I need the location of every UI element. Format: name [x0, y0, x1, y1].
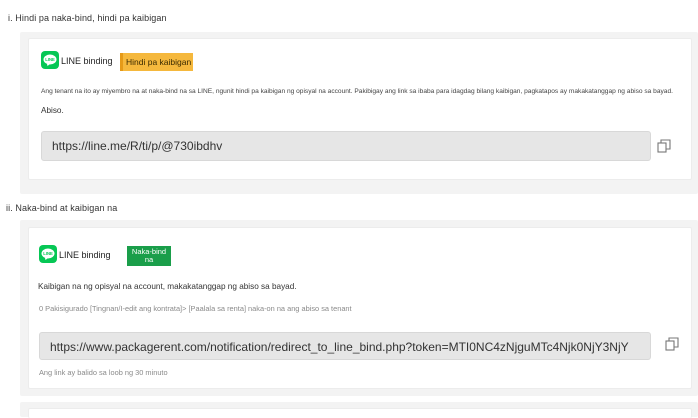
- description-text: Ang tenant na ito ay miyembro na at naka…: [41, 88, 673, 95]
- section-title-not-friend: i. Hindi pa naka-bind, hindi pa kaibigan: [8, 13, 167, 23]
- line-logo-icon: LINE: [39, 245, 57, 263]
- line-binding-label: LINE binding: [59, 250, 111, 260]
- line-logo-icon: LINE: [41, 51, 59, 69]
- instruction-text: 0 Pakisigurado [Tingnan/I-edit ang kontr…: [39, 304, 352, 313]
- description-text: Kaibigan na ng opisyal na account, makak…: [38, 282, 297, 291]
- bind-link-field[interactable]: https://www.packagerent.com/notification…: [39, 332, 651, 360]
- notice-label: Abiso.: [41, 106, 64, 115]
- status-badge-label: Hindi pa kaibigan: [126, 57, 192, 67]
- section-title-friend: ii. Naka-bind at kaibigan na: [6, 203, 118, 213]
- friend-link-field[interactable]: https://line.me/R/ti/p/@730ibdhv: [41, 131, 651, 161]
- status-badge-not-friend: Hindi pa kaibigan: [120, 53, 194, 71]
- copy-icon[interactable]: [665, 337, 679, 351]
- svg-text:LINE: LINE: [43, 251, 53, 256]
- line-binding-label: LINE binding: [61, 56, 113, 66]
- svg-text:LINE: LINE: [45, 57, 55, 62]
- status-badge-bound: Naka-bind na: [127, 246, 171, 266]
- copy-icon[interactable]: [657, 139, 671, 153]
- badge-accent-bar: [120, 53, 123, 71]
- link-validity-note: Ang link ay balido sa loob ng 30 minuto: [39, 368, 168, 377]
